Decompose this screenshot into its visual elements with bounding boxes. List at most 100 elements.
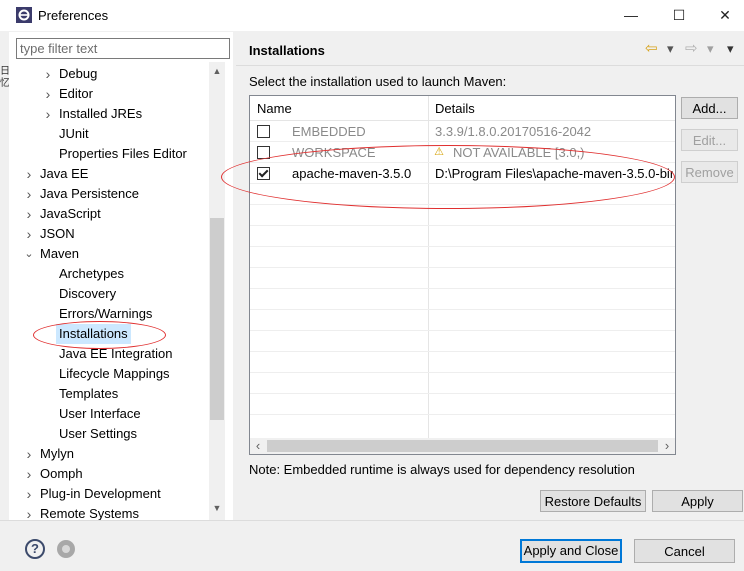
tree-collapsed-icon[interactable]: › [22,204,36,224]
tree-item-label: Templates [59,386,119,401]
tree-item-oomph[interactable]: › Oomph [9,464,209,484]
eclipse-app-icon [16,7,32,23]
installation-details: NOT AVAILABLE [3.0,) [453,145,585,160]
window-title: Preferences [38,8,109,23]
tree-item-archetypes[interactable]: Archetypes [9,264,209,284]
row-gridline [250,351,675,352]
row-gridline [250,309,675,310]
tree-item-debug[interactable]: › Debug [9,64,209,84]
tree-item-javascript[interactable]: › JavaScript [9,204,209,224]
tree-collapsed-icon[interactable]: › [22,224,36,244]
row-gridline [250,246,675,247]
tree-item-java-persistence[interactable]: › Java Persistence [9,184,209,204]
tree-collapsed-icon[interactable]: › [22,164,36,184]
tree-item-user-settings[interactable]: User Settings [9,424,209,444]
tree-item-remote-systems[interactable]: › Remote Systems [9,504,209,520]
tree-item-label: Archetypes [59,266,125,281]
tree-collapsed-icon[interactable]: › [22,484,36,504]
scroll-down-arrow-icon[interactable]: ▼ [209,503,225,513]
installation-details: 3.3.9/1.8.0.20170516-2042 [435,124,592,139]
tree-collapsed-icon[interactable]: › [22,464,36,484]
forward-arrow-icon: ⇨ [685,40,698,57]
remove-button[interactable]: Remove [681,161,738,183]
installation-checkbox[interactable] [257,146,270,159]
tree-item-properties-files-editor[interactable]: Properties Files Editor [9,144,209,164]
tree-item-java-ee[interactable]: › Java EE [9,164,209,184]
tree-collapsed-icon[interactable]: › [22,444,36,464]
apply-and-close-button[interactable]: Apply and Close [520,539,622,563]
warning-icon: ⚠ [434,146,444,158]
filter-input[interactable] [16,38,230,59]
installations-table[interactable]: Name Details EMBEDDED 3.3.9/1.8.0.2017051… [249,95,676,455]
tree-collapsed-icon[interactable]: › [22,184,36,204]
tree-item-label: JSON [40,226,75,241]
scroll-right-arrow-icon[interactable]: › [659,438,675,454]
tree-item-errors-warnings[interactable]: Errors/Warnings [9,304,209,324]
import-export-icon-inner [62,545,70,553]
row-gridline [250,288,675,289]
tree-item-discovery[interactable]: Discovery [9,284,209,304]
installation-checkbox[interactable] [257,167,270,180]
table-row[interactable]: EMBEDDED 3.3.9/1.8.0.20170516-2042 [250,121,675,142]
cancel-button[interactable]: Cancel [634,539,735,563]
tree-item-maven[interactable]: ⌄ Maven [9,244,209,264]
tree-item-installed-jres[interactable]: › Installed JREs [9,104,209,124]
tree-item-lifecycle-mappings[interactable]: Lifecycle Mappings [9,364,209,384]
restore-defaults-button[interactable]: Restore Defaults [540,490,646,512]
tree-collapsed-icon[interactable]: › [41,64,55,84]
table-scroll-thumb[interactable] [267,440,658,452]
tree-item-junit[interactable]: JUnit [9,124,209,144]
tree-item-user-interface[interactable]: User Interface [9,404,209,424]
tree-item-editor[interactable]: › Editor [9,84,209,104]
installation-prompt: Select the installation used to launch M… [249,74,507,89]
bottom-separator [0,520,744,521]
tree-item-label: Debug [59,66,98,81]
view-menu-icon[interactable]: ▾ [727,41,734,57]
tree-expanded-icon[interactable]: ⌄ [22,244,36,264]
scroll-up-arrow-icon[interactable]: ▲ [209,66,225,76]
header-separator [236,65,744,66]
tree-item-label: Lifecycle Mappings [59,366,170,381]
maximize-button[interactable]: ☐ [656,0,702,31]
tree-collapsed-icon[interactable]: › [22,504,36,520]
tree-item-label: Oomph [40,466,83,481]
installation-checkbox[interactable] [257,125,270,138]
tree-item-plug-in-development[interactable]: › Plug-in Development [9,484,209,504]
table-header: Name Details [250,96,675,121]
tree-item-label: User Interface [59,406,141,421]
tree-item-label: Errors/Warnings [59,306,153,321]
add-button[interactable]: Add... [681,97,738,119]
back-dropdown-icon[interactable]: ▾ [667,41,674,57]
preferences-tree: › Debug › Editor › Installed JREs JUnit Propert… [9,62,209,520]
row-gridline [250,267,675,268]
close-button[interactable]: ✕ [702,0,744,31]
tree-collapsed-icon[interactable]: › [41,104,55,124]
tree-item-java-ee-integration[interactable]: Java EE Integration [9,344,209,364]
help-icon[interactable]: ? [25,539,45,559]
tree-scroll-thumb[interactable] [210,218,224,420]
tree-item-label: Installations [56,324,131,344]
tree-item-templates[interactable]: Templates [9,384,209,404]
tree-item-label: Discovery [59,286,117,301]
installation-name: EMBEDDED [292,124,366,139]
installation-name: WORKSPACE [292,145,376,160]
row-gridline [250,414,675,415]
column-header-details[interactable]: Details [435,101,475,116]
row-gridline [250,372,675,373]
apply-button[interactable]: Apply [652,490,743,512]
edit-button[interactable]: Edit... [681,129,738,151]
tree-item-label: Java EE [40,166,89,181]
tree-item-installations[interactable]: Installations [9,324,209,344]
table-row[interactable]: apache-maven-3.5.0 D:\Program Files\apach… [250,163,675,184]
minimize-button[interactable]: — [608,0,654,31]
tree-item-mylyn[interactable]: › Mylyn [9,444,209,464]
tree-collapsed-icon[interactable]: › [41,84,55,104]
back-arrow-icon[interactable]: ⇦ [645,39,658,57]
scroll-left-arrow-icon[interactable]: ‹ [250,438,266,454]
column-header-name[interactable]: Name [257,101,292,116]
table-row[interactable]: WORKSPACE ⚠ NOT AVAILABLE [3.0,) [250,142,675,163]
import-export-icon[interactable] [57,540,75,558]
tree-item-label: Editor [59,86,93,101]
tree-item-label: User Settings [59,426,138,441]
tree-item-json[interactable]: › JSON [9,224,209,244]
